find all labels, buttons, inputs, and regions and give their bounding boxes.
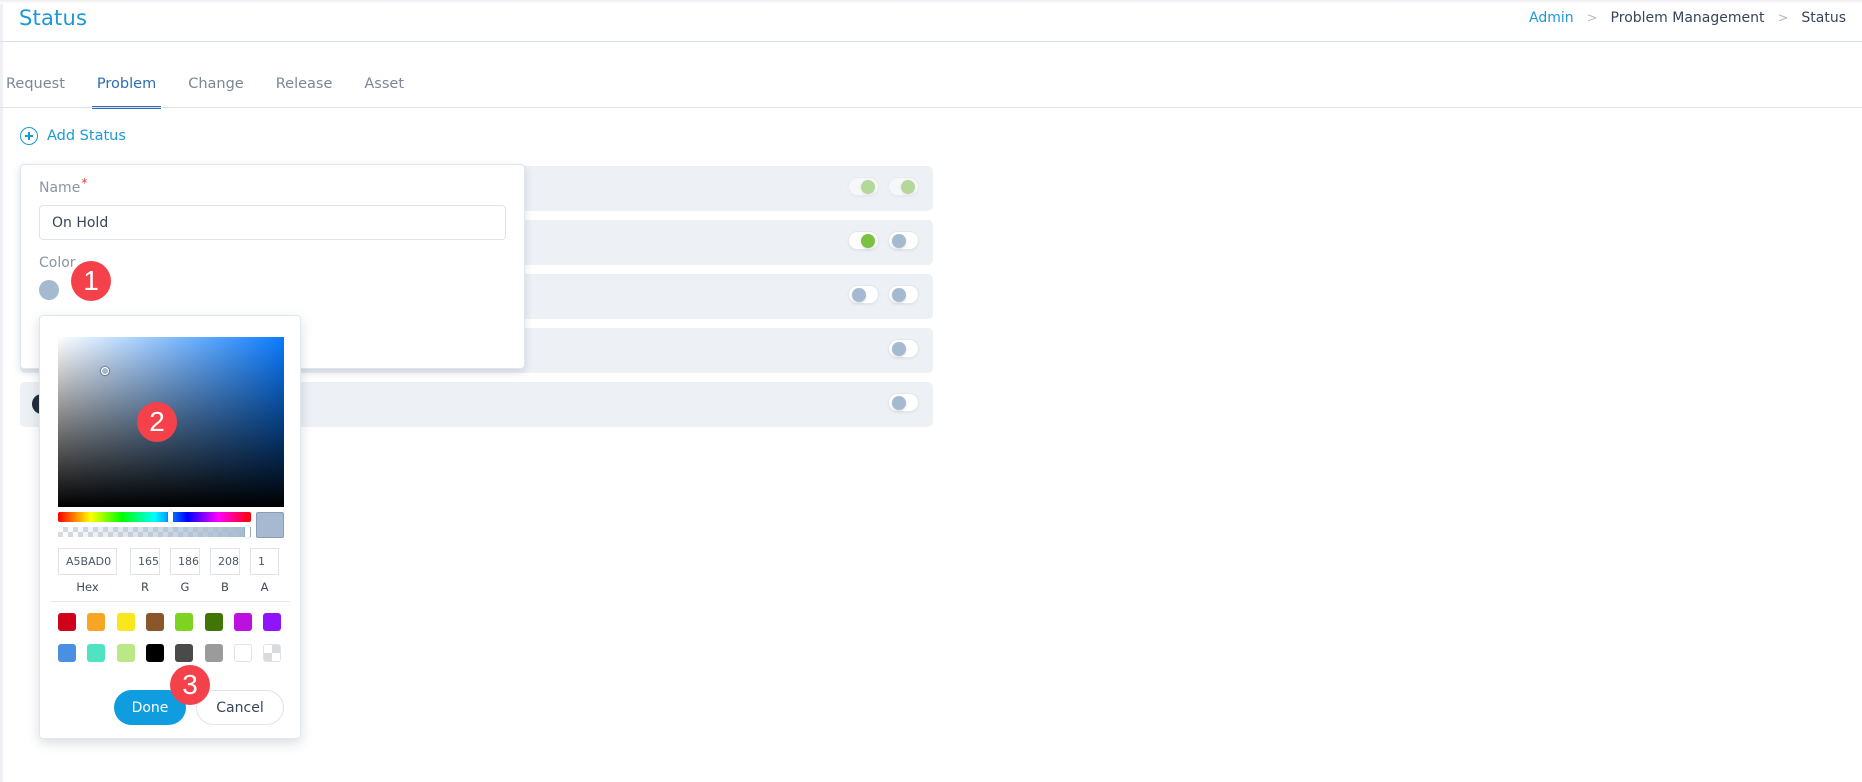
add-status-button[interactable]: Add Status — [20, 127, 126, 145]
name-label-text: Name — [39, 180, 81, 196]
toggle-knob — [892, 342, 906, 356]
toggle-knob — [852, 288, 866, 302]
color-swatch-button[interactable] — [39, 280, 59, 300]
toggle-switch[interactable] — [888, 393, 919, 412]
annotation-badge-1: 1 — [71, 261, 111, 301]
preset-swatch[interactable] — [145, 613, 164, 631]
toggle-knob — [892, 234, 906, 248]
name-label: Name* — [39, 176, 87, 196]
preset-swatch[interactable] — [58, 613, 76, 631]
tab-asset[interactable]: Asset — [358, 68, 404, 108]
hue-slider[interactable] — [58, 511, 251, 523]
add-status-label: Add Status — [47, 128, 126, 144]
blue-label: B — [221, 580, 229, 594]
green-input[interactable]: 186 — [170, 548, 200, 575]
hex-label: Hex — [76, 580, 99, 594]
blue-input[interactable]: 208 — [210, 548, 240, 575]
tab-problem[interactable]: Problem — [91, 68, 162, 109]
breadcrumb: Admin > Problem Management > Status — [1529, 10, 1846, 26]
red-label: R — [141, 580, 149, 594]
hue-slider-thumb[interactable] — [168, 511, 173, 523]
chevron-right-icon: > — [1586, 10, 1598, 26]
preset-swatch[interactable] — [116, 644, 135, 662]
alpha-slider[interactable] — [58, 526, 251, 538]
color-preview — [256, 512, 284, 538]
preset-swatch[interactable] — [58, 644, 76, 662]
tab-request[interactable]: Request — [0, 68, 65, 108]
left-edge — [0, 0, 3, 782]
page-title: Status — [19, 6, 88, 30]
annotation-badge-3: 3 — [170, 665, 210, 705]
preset-swatch[interactable] — [233, 644, 252, 662]
alpha-slider-thumb[interactable] — [245, 526, 250, 538]
breadcrumb-current: Status — [1801, 10, 1846, 26]
preset-swatch[interactable] — [116, 613, 135, 631]
toggle-switch[interactable] — [888, 231, 919, 250]
hex-input[interactable]: A5BAD0 — [58, 548, 117, 575]
toggle-switch[interactable] — [888, 285, 919, 304]
annotation-badge-2: 2 — [137, 402, 177, 442]
tab-change[interactable]: Change — [182, 68, 244, 108]
breadcrumb-admin[interactable]: Admin — [1529, 10, 1574, 26]
header-divider — [0, 41, 1862, 42]
toggle-switch[interactable] — [848, 231, 879, 250]
alpha-input[interactable]: 1 — [250, 548, 279, 575]
tab-bar: Request Problem Change Release Asset — [0, 68, 430, 109]
color-picker: A5BAD0 165 186 208 1 Hex R G B A Done Ca… — [39, 315, 301, 739]
top-shadow — [0, 0, 1862, 4]
saturation-cursor[interactable] — [101, 367, 109, 375]
toggle-switch[interactable] — [848, 285, 879, 304]
toggle-switch[interactable] — [888, 339, 919, 358]
preset-swatch[interactable] — [145, 644, 164, 662]
preset-swatch[interactable] — [233, 613, 252, 631]
preset-swatch[interactable] — [87, 613, 106, 631]
preset-swatch[interactable] — [87, 644, 106, 662]
preset-swatch[interactable] — [175, 644, 194, 662]
preset-swatch[interactable] — [175, 613, 194, 631]
toggle-knob — [892, 288, 906, 302]
toggle-switch[interactable] — [848, 177, 879, 196]
red-input[interactable]: 165 — [130, 548, 160, 575]
tab-release[interactable]: Release — [270, 68, 333, 108]
preset-swatch[interactable] — [263, 613, 282, 631]
breadcrumb-problem-management[interactable]: Problem Management — [1611, 10, 1765, 26]
green-label: G — [180, 580, 190, 594]
toggle-knob — [901, 180, 915, 194]
cancel-button[interactable]: Cancel — [196, 690, 284, 725]
preset-swatch[interactable] — [204, 613, 223, 631]
alpha-label: A — [260, 580, 269, 594]
toggle-knob — [892, 396, 906, 410]
chevron-right-icon: > — [1777, 10, 1789, 26]
name-input[interactable] — [39, 205, 506, 240]
toggle-knob — [861, 180, 875, 194]
preset-swatch[interactable] — [204, 644, 223, 662]
color-label: Color — [39, 255, 76, 271]
picker-divider — [50, 601, 290, 602]
required-mark: * — [81, 176, 88, 190]
preset-swatch[interactable] — [263, 644, 282, 662]
toggle-knob — [861, 234, 875, 248]
plus-circle-icon — [20, 127, 38, 145]
tabs-divider — [0, 107, 1862, 108]
toggle-switch[interactable] — [888, 177, 919, 196]
